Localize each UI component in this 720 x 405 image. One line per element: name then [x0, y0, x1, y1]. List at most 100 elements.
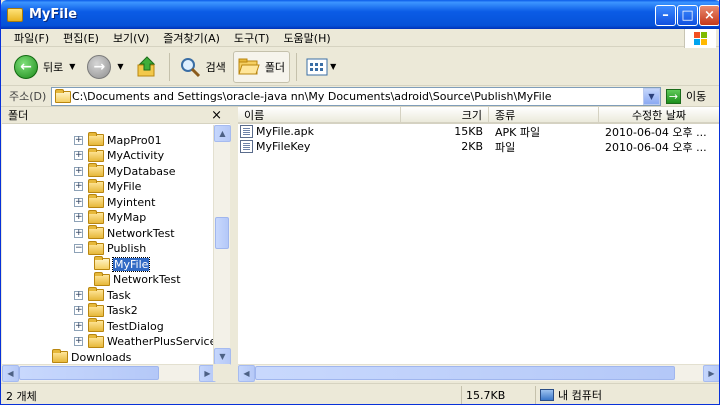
tree-item-label: TestDialog — [107, 319, 164, 333]
folders-button[interactable]: 폴더 — [232, 50, 291, 83]
folder-icon — [88, 194, 104, 208]
views-button[interactable]: ▼ — [301, 51, 341, 83]
collapse-icon[interactable]: − — [74, 244, 83, 253]
vertical-scrollbar[interactable]: ▲ ▼ — [213, 125, 231, 365]
status-location: 내 컴퓨터 — [558, 389, 602, 402]
close-icon[interactable]: × — [211, 108, 222, 123]
status-location-cell: 내 컴퓨터 — [535, 386, 719, 404]
tree-item[interactable]: + MapPro01 — [74, 132, 162, 148]
tree-item[interactable]: + Myintent — [74, 194, 155, 210]
menu-help[interactable]: 도움말(H) — [276, 30, 337, 46]
expand-icon[interactable]: + — [74, 306, 83, 315]
column-name-label: 이름 — [244, 108, 265, 122]
horizontal-scrollbar[interactable]: ◀ ▶ — [2, 364, 216, 382]
expand-icon[interactable]: + — [74, 337, 83, 346]
expand-icon[interactable]: + — [74, 197, 83, 207]
scroll-up-icon[interactable]: ▲ — [214, 125, 231, 142]
expand-icon[interactable]: + — [74, 213, 83, 222]
tree-item[interactable]: + NetworkTest — [74, 225, 175, 241]
tree-item-label: MyActivity — [107, 149, 165, 162]
tree-item[interactable]: Downloads — [52, 349, 131, 365]
address-input[interactable]: C:\Documents and Settings\oracle-java nn… — [51, 87, 661, 106]
back-button[interactable]: ← 뒤로 ▼ — [9, 51, 80, 83]
search-button[interactable]: 검색 — [174, 51, 231, 83]
forward-button[interactable]: → ▼ — [82, 51, 128, 83]
tree-item[interactable]: + MyFile — [74, 178, 142, 195]
close-button[interactable]: × — [699, 5, 719, 26]
table-row[interactable]: MyFileKey 2KB 파일 2010-06-04 오후 ... — [238, 139, 719, 154]
go-button[interactable]: → 이동 — [666, 88, 706, 104]
tree-item[interactable]: + MyDatabase — [74, 163, 176, 179]
search-icon — [180, 57, 200, 77]
expand-icon[interactable]: + — [74, 321, 83, 331]
toolbar-separator — [296, 52, 298, 81]
menu-favorites[interactable]: 즐겨찾기(A) — [156, 30, 227, 46]
tree-item-label: WeatherPlusService — [107, 335, 216, 348]
tree-item[interactable]: + Task2 — [74, 302, 138, 319]
file-date: 2010-06-04 오후 ... — [605, 140, 707, 154]
chevron-down-icon[interactable]: ▼ — [330, 62, 336, 71]
minimize-button[interactable]: – — [655, 5, 676, 26]
scroll-thumb[interactable] — [255, 366, 675, 380]
file-list-pane: 이름 크기 종류 수정한 날짜 MyFile.apk 15KB APK 파일 2… — [238, 107, 719, 382]
column-type-label: 종류 — [495, 108, 516, 122]
chevron-down-icon[interactable]: ▼ — [117, 62, 123, 71]
chevron-down-icon[interactable]: ▼ — [69, 62, 75, 71]
search-label: 검색 — [205, 60, 226, 74]
expand-icon[interactable]: + — [74, 290, 83, 300]
scroll-right-icon[interactable]: ▶ — [703, 365, 719, 382]
scroll-corner — [213, 364, 230, 381]
status-count: 2 개체 — [6, 390, 37, 403]
tree-item[interactable]: + MyActivity — [74, 147, 165, 164]
folder-pane-title: 폴더 — [8, 109, 29, 122]
folder-icon — [88, 163, 104, 177]
tree-item[interactable]: MyFile — [94, 256, 151, 272]
column-header-name[interactable]: 이름 — [238, 107, 401, 124]
explorer-window: MyFile – □ × 파일(F) 편집(E) 보기(V) 즐겨찾기(A) 도… — [0, 0, 720, 405]
folder-icon — [88, 240, 104, 255]
file-type: APK 파일 — [495, 125, 541, 139]
expand-icon[interactable]: + — [74, 166, 83, 176]
column-header-type[interactable]: 종류 — [489, 107, 599, 124]
menu-file[interactable]: 파일(F) — [7, 30, 56, 46]
menu-view[interactable]: 보기(V) — [106, 30, 156, 46]
horizontal-scrollbar[interactable]: ◀ ▶ — [238, 364, 719, 382]
file-name-cell: MyFile.apk — [240, 124, 400, 139]
menu-tools[interactable]: 도구(T) — [227, 30, 277, 46]
tree-item-label: MyFile — [107, 180, 142, 193]
folder-icon — [88, 147, 104, 162]
title-bar[interactable]: MyFile – □ × — [1, 0, 719, 29]
expand-icon[interactable]: + — [74, 151, 83, 160]
tree-item-label: MyDatabase — [107, 164, 176, 178]
scroll-thumb[interactable] — [215, 217, 229, 249]
tree-item[interactable]: + TestDialog — [74, 318, 164, 334]
chevron-down-icon[interactable]: ▼ — [643, 88, 660, 105]
file-size: 15KB — [454, 125, 483, 138]
tree-item[interactable]: − Publish — [74, 240, 146, 257]
tree-item[interactable]: + MyMap — [74, 209, 146, 226]
tree-item[interactable]: + Task — [74, 287, 131, 303]
tree-item-label: Task2 — [107, 304, 138, 317]
folder-icon — [55, 89, 71, 103]
expand-icon[interactable]: + — [74, 135, 83, 145]
maximize-button[interactable]: □ — [677, 5, 698, 26]
back-label: 뒤로 — [43, 60, 64, 74]
up-button[interactable] — [131, 51, 163, 83]
expand-icon[interactable]: + — [74, 228, 83, 238]
file-size: 2KB — [461, 140, 483, 153]
tree-item[interactable]: + WeatherPlusService — [74, 333, 216, 350]
menu-edit[interactable]: 편집(E) — [56, 30, 106, 46]
column-header-size[interactable]: 크기 — [401, 107, 489, 124]
expand-icon[interactable]: + — [74, 182, 83, 191]
address-label: 주소(D) — [9, 90, 47, 103]
tree-item[interactable]: NetworkTest — [94, 271, 181, 288]
folder-icon — [88, 209, 104, 224]
scroll-left-icon[interactable]: ◀ — [238, 365, 255, 382]
folders-icon — [238, 58, 260, 74]
table-row[interactable]: MyFile.apk 15KB APK 파일 2010-06-04 오후 ... — [238, 124, 719, 139]
scroll-thumb[interactable] — [19, 366, 159, 380]
column-header-date[interactable]: 수정한 날짜 — [599, 107, 719, 124]
scroll-left-icon[interactable]: ◀ — [2, 365, 19, 382]
tree-item-label: MapPro01 — [107, 133, 162, 147]
scroll-down-icon[interactable]: ▼ — [214, 348, 231, 365]
